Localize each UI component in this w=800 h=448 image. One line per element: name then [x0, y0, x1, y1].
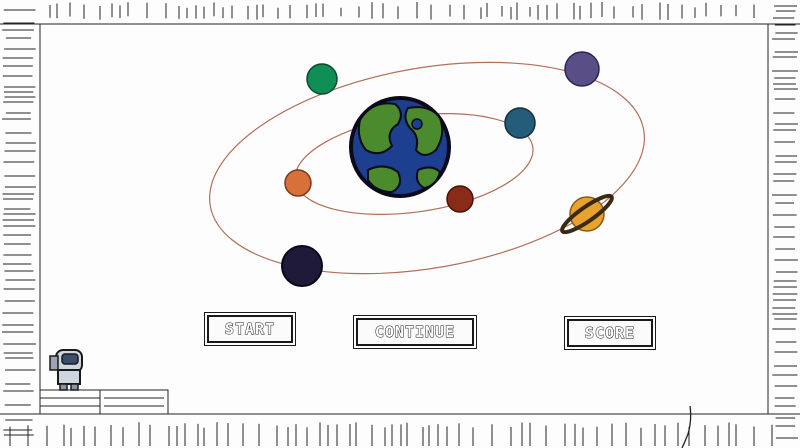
sketch-frame [0, 2, 800, 446]
score-button[interactable]: SCORE [564, 316, 656, 350]
hatch-top [49, 2, 755, 20]
score-label: SCORE [584, 324, 636, 343]
green-planet [306, 63, 338, 95]
saturn-icon [560, 193, 614, 235]
start-label: START [224, 320, 276, 339]
dark-planet [281, 245, 323, 287]
continue-label: CONTINUE [374, 323, 456, 342]
start-button[interactable]: START [204, 312, 296, 346]
astronaut-icon [49, 349, 83, 391]
hatch-right [772, 5, 798, 439]
continue-button[interactable]: CONTINUE [353, 315, 477, 349]
purple-planet [564, 51, 600, 87]
hatch-left [2, 9, 36, 436]
earth-icon [349, 96, 451, 198]
game-screen: START CONTINUE SCORE [0, 0, 800, 448]
orange-planet [284, 169, 312, 197]
scene-canvas [0, 2, 800, 448]
red-planet [446, 185, 474, 213]
hatch-bottom [9, 422, 773, 446]
ground-ledge [39, 389, 169, 415]
teal-planet [504, 107, 536, 139]
